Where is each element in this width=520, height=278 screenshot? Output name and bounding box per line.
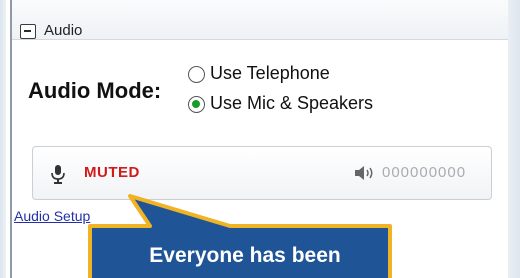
callout-text: Everyone has been xyxy=(149,244,341,267)
callout-bubble xyxy=(88,194,392,278)
